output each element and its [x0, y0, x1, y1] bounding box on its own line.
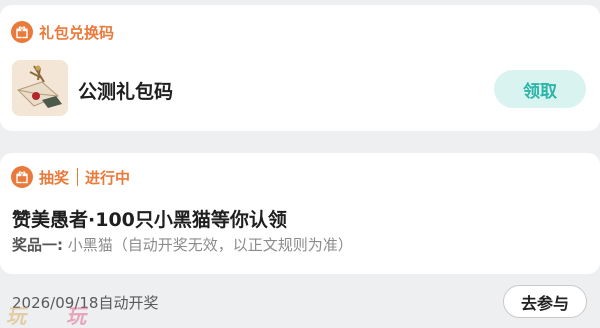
- header-divider: [77, 168, 79, 186]
- watermark-logo: 玩: [65, 304, 92, 328]
- lottery-header: 抽奖 进行中: [11, 166, 130, 188]
- gift-box-icon: [11, 166, 33, 188]
- prize-line: 奖品一: 小黑猫（自动开奖无效，以正文规则为准）: [12, 234, 353, 255]
- watermark-logo: 玩: [5, 304, 32, 328]
- gift-code-card: 礼包兑换码 公测礼包码 领取: [0, 5, 600, 131]
- gift-code-section-title: 礼包兑换码: [39, 23, 115, 42]
- lottery-status: 进行中: [85, 168, 131, 187]
- gift-box-icon: [11, 21, 33, 43]
- lottery-card: 抽奖 进行中 赞美愚者·100只小黑猫等你认领 奖品一: 小黑猫（自动开奖无效，…: [0, 153, 600, 274]
- gift-code-header: 礼包兑换码: [11, 21, 114, 43]
- lottery-event-title: 赞美愚者·100只小黑猫等你认领: [12, 209, 287, 231]
- join-button[interactable]: 去参与: [503, 285, 587, 318]
- lottery-section-title: 抽奖: [39, 168, 70, 187]
- claim-button[interactable]: 领取: [494, 70, 586, 108]
- gift-package-image: [12, 60, 68, 116]
- prize-value: 小黑猫（自动开奖无效，以正文规则为准）: [67, 236, 353, 254]
- gift-package-name: 公测礼包码: [78, 81, 174, 103]
- prize-label: 奖品一:: [12, 236, 63, 254]
